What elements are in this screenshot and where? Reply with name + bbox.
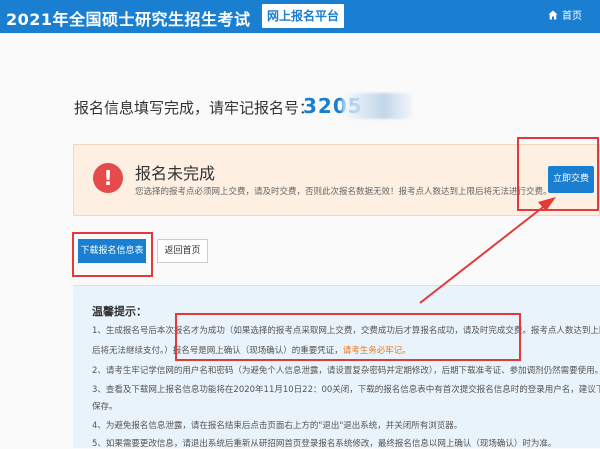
annotation-arrow — [419, 197, 556, 304]
annotation-arrow-line — [419, 203, 548, 304]
